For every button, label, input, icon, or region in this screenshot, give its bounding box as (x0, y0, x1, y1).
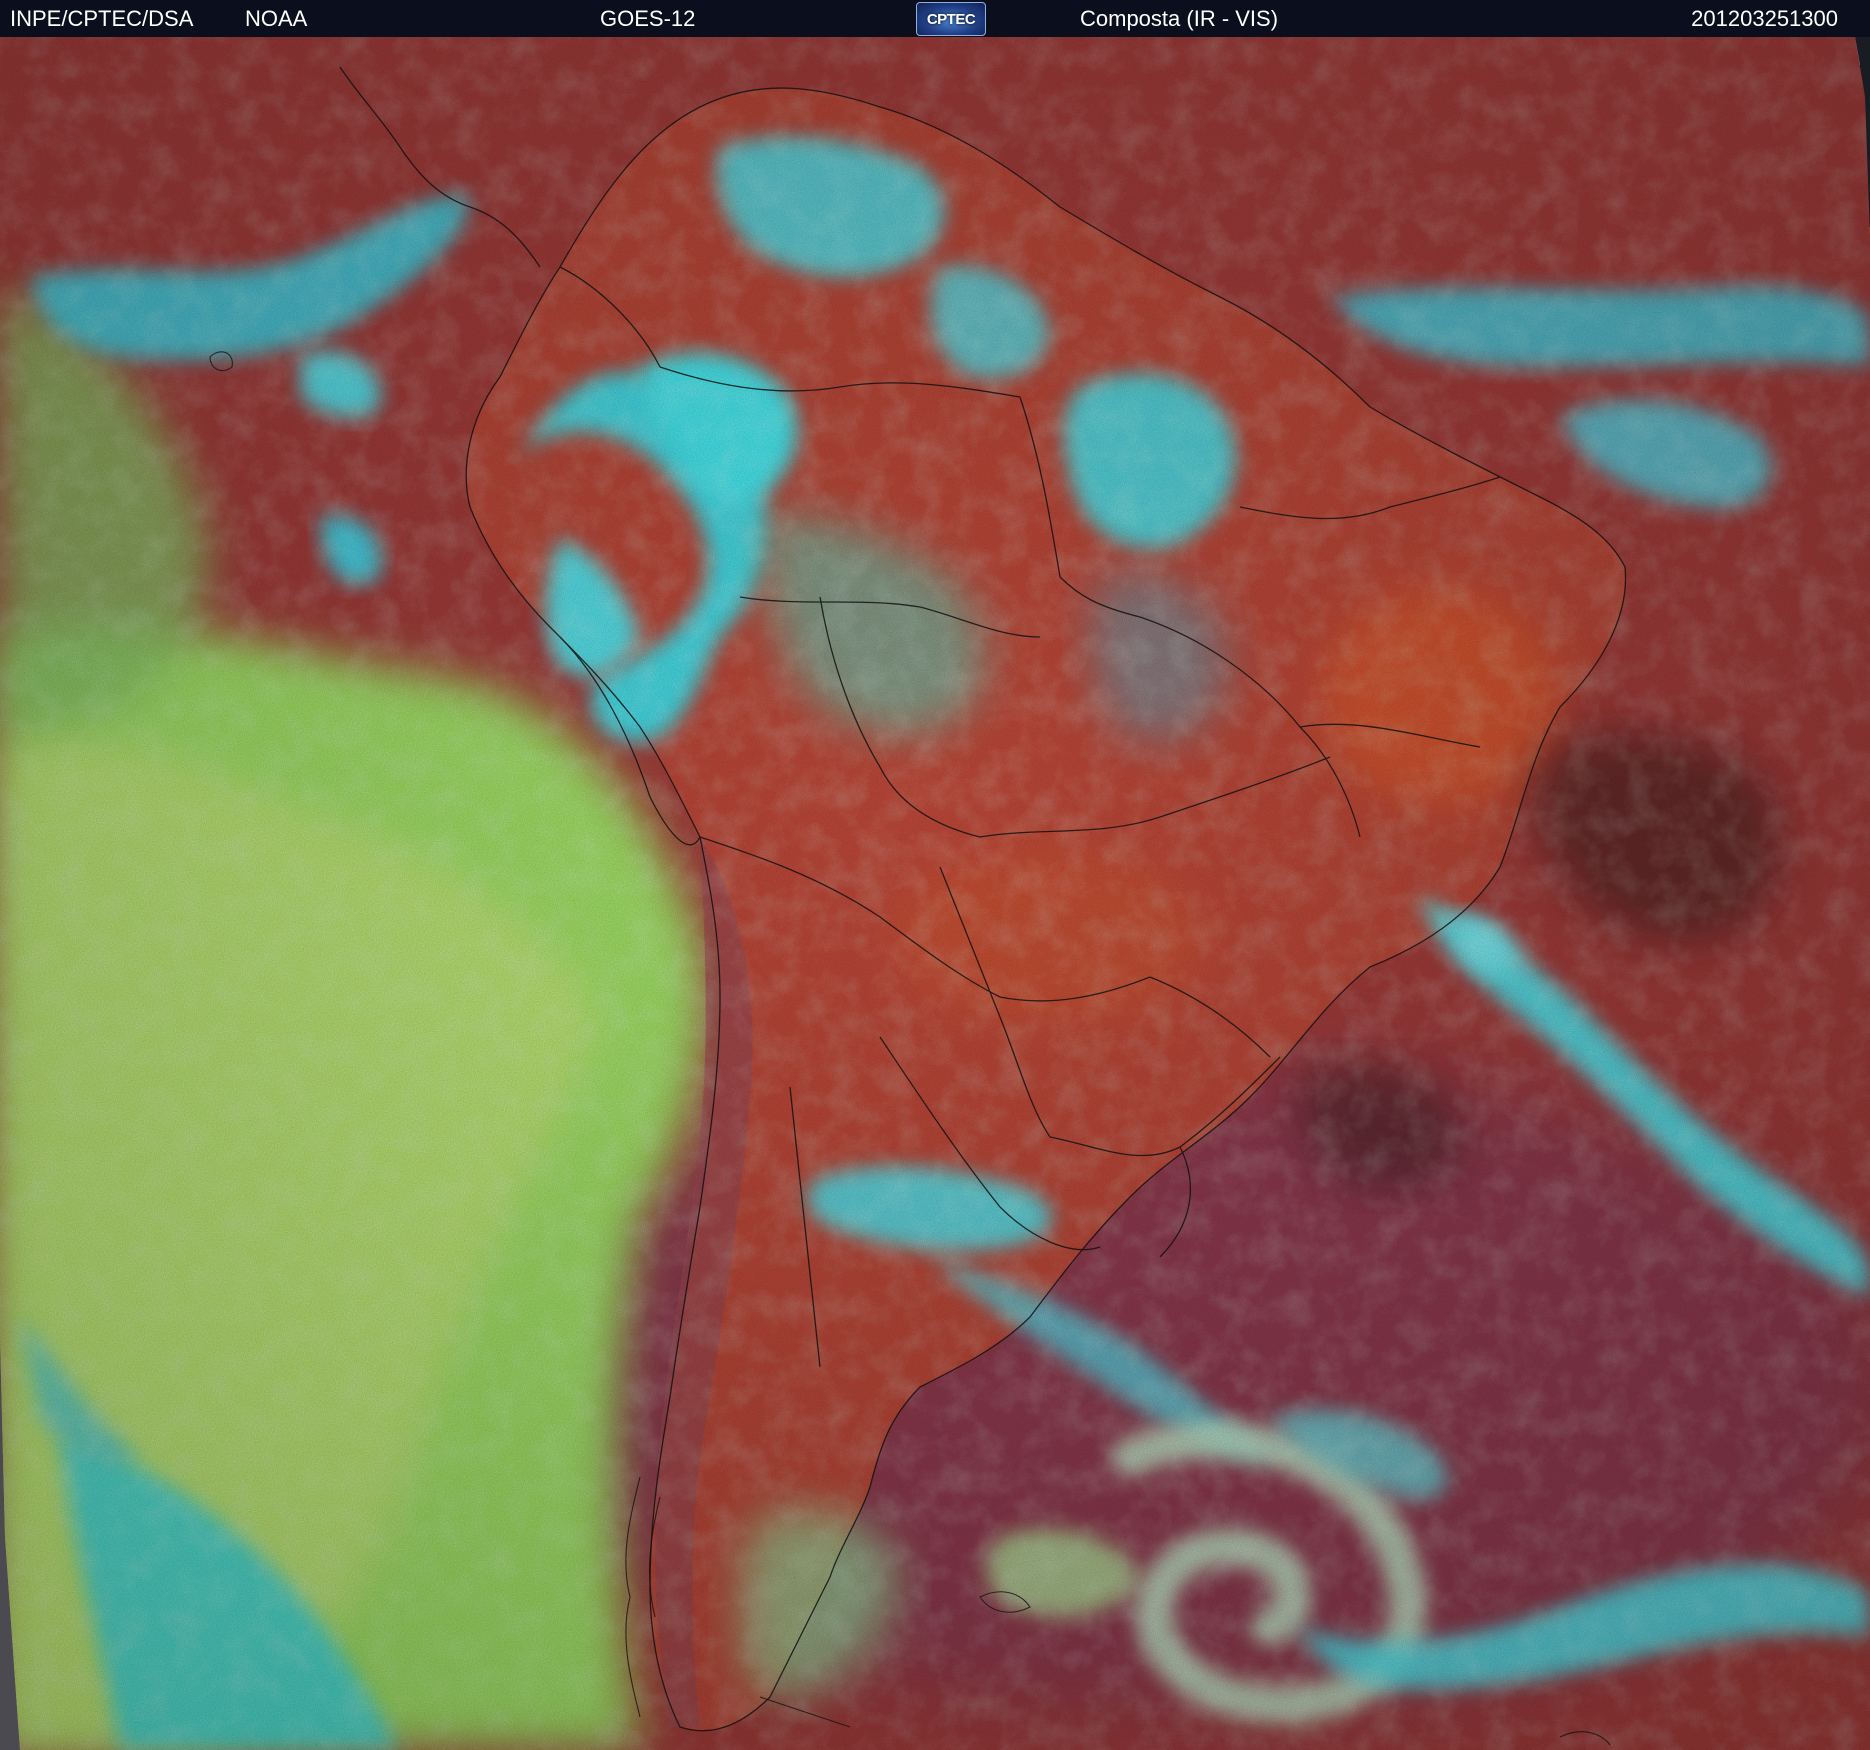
satellite-viewer: INPE/CPTEC/DSA NOAA GOES-12 CPTEC Compos… (0, 0, 1870, 1750)
image-grain (0, 37, 1870, 1750)
header-bar: INPE/CPTEC/DSA NOAA GOES-12 CPTEC Compos… (0, 0, 1870, 37)
timestamp-label: 201203251300 (1691, 6, 1838, 31)
organization-label: INPE/CPTEC/DSA (10, 6, 194, 31)
logo-text: CPTEC (926, 10, 976, 28)
agency-label: NOAA (245, 6, 308, 31)
product-label: Composta (IR - VIS) (1080, 6, 1279, 31)
cptec-logo-icon: CPTEC (916, 2, 986, 36)
satellite-image (0, 37, 1870, 1750)
satellite-label: GOES-12 (600, 6, 696, 31)
satellite-composite-svg (0, 37, 1870, 1750)
